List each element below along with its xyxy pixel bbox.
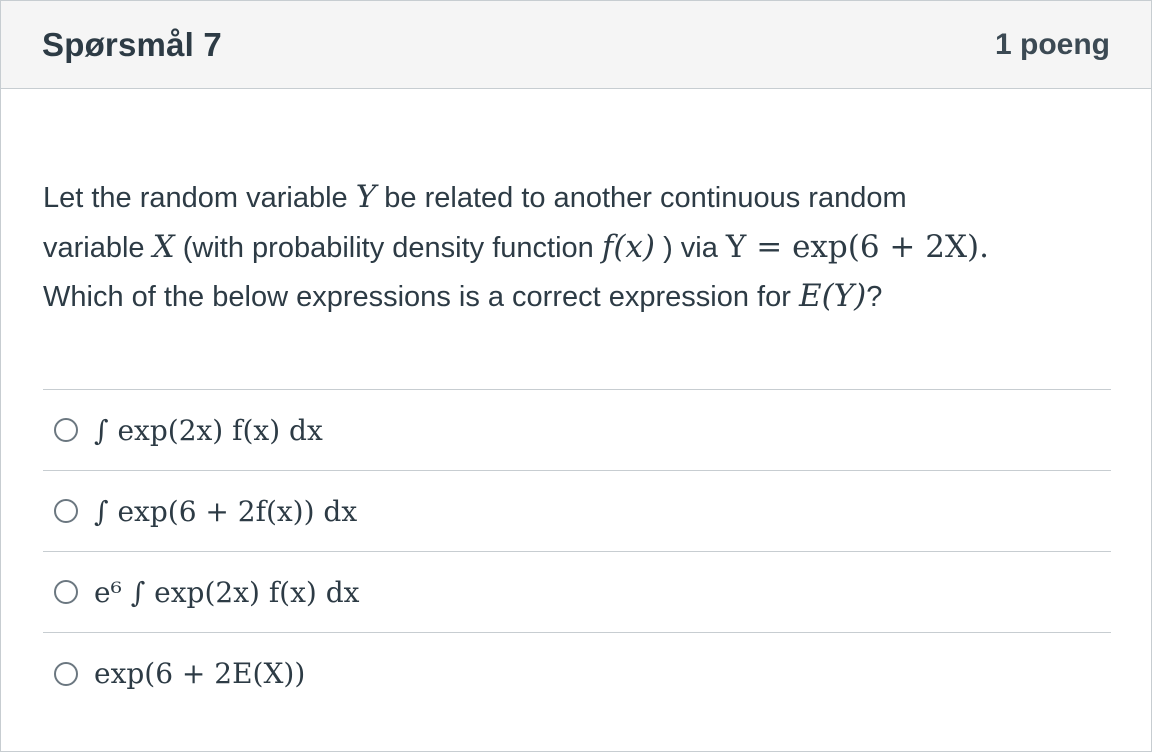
math-variable-x: X bbox=[152, 228, 175, 265]
question-text: Let the random variable Y be related to … bbox=[43, 173, 1113, 322]
answer-label: exp(6 + 2E(X)) bbox=[94, 657, 306, 690]
question-points: 1 poeng bbox=[994, 27, 1110, 61]
answer-option[interactable]: e⁶ ∫ exp(2x) f(x) dx bbox=[43, 552, 1111, 633]
question-title: Spørsmål 7 bbox=[42, 25, 222, 63]
answer-list: ∫ exp(2x) f(x) dx ∫ exp(6 + 2f(x)) dx e⁶… bbox=[43, 389, 1111, 714]
math-variable-y: Y bbox=[355, 179, 377, 215]
radio-button[interactable] bbox=[54, 580, 78, 604]
answer-label: ∫ exp(6 + 2f(x)) dx bbox=[94, 494, 358, 528]
answer-option[interactable]: ∫ exp(2x) f(x) dx bbox=[43, 390, 1111, 471]
math-relation: Y = exp(6 + 2X) bbox=[725, 228, 980, 265]
answer-label: ∫ exp(2x) f(x) dx bbox=[94, 413, 323, 447]
question-text-segment: ) via bbox=[655, 231, 726, 264]
math-density-function: f(x) bbox=[601, 228, 656, 265]
quiz-question-card: Spørsmål 7 1 poeng Let the random variab… bbox=[0, 0, 1152, 752]
question-header: Spørsmål 7 1 poeng bbox=[1, 1, 1151, 89]
question-text-segment: be related to another continuous random bbox=[376, 182, 907, 214]
answer-option[interactable]: exp(6 + 2E(X)) bbox=[43, 633, 1111, 714]
radio-button[interactable] bbox=[54, 499, 78, 523]
question-text-segment: variable bbox=[43, 231, 153, 264]
question-text-segment: Let the random variable bbox=[43, 182, 356, 214]
answer-option[interactable]: ∫ exp(6 + 2f(x)) dx bbox=[43, 471, 1111, 552]
answer-label: e⁶ ∫ exp(2x) f(x) dx bbox=[94, 575, 360, 609]
question-text-segment: (with probability density function bbox=[174, 231, 602, 264]
radio-button[interactable] bbox=[54, 418, 78, 442]
question-text-segment: . bbox=[979, 228, 989, 265]
question-text-segment: ? bbox=[866, 281, 883, 313]
math-expectation: E(Y) bbox=[798, 278, 867, 314]
radio-button[interactable] bbox=[54, 661, 78, 686]
question-text-segment: Which of the below expressions is a corr… bbox=[43, 281, 799, 313]
